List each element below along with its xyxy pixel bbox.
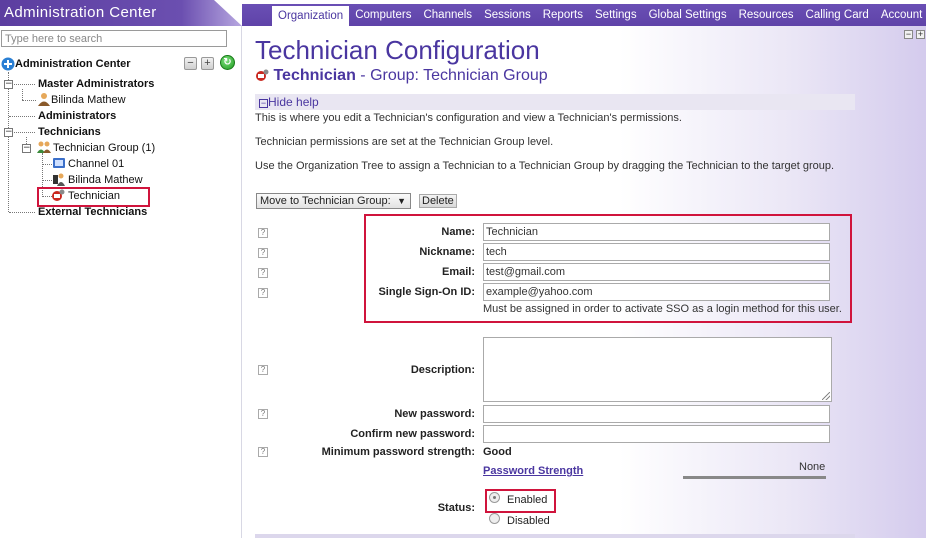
tree-item-bilinda-admin[interactable]: Bilinda Mathew bbox=[51, 93, 126, 107]
tree-root[interactable]: Administration Center bbox=[15, 57, 131, 71]
tree-connector bbox=[42, 164, 52, 165]
move-to-group-select[interactable]: Move to Technician Group: ▼ bbox=[256, 193, 411, 209]
help-icon[interactable]: ? bbox=[258, 268, 268, 278]
app-title: Administration Center bbox=[0, 0, 242, 26]
status-label: Status: bbox=[437, 502, 475, 514]
resize-handle[interactable] bbox=[822, 392, 830, 400]
organization-tree-panel: Administration Center − + ↻ − Master Adm… bbox=[0, 26, 242, 538]
collapse-all-icon[interactable]: − bbox=[184, 57, 197, 70]
tab-settings[interactable]: Settings bbox=[589, 4, 643, 26]
new-password-label: New password: bbox=[394, 408, 475, 420]
status-disabled-radio[interactable] bbox=[489, 513, 500, 524]
tab-global-settings[interactable]: Global Settings bbox=[643, 4, 733, 26]
tree-item-master-administrators[interactable]: Master Administrators bbox=[38, 77, 154, 91]
tab-reports[interactable]: Reports bbox=[537, 4, 589, 26]
tree-item-external-technicians[interactable]: External Technicians bbox=[38, 205, 147, 219]
collapse-icon[interactable]: − bbox=[4, 80, 13, 89]
collapse-icon[interactable]: − bbox=[4, 128, 13, 137]
refresh-icon[interactable]: ↻ bbox=[220, 55, 235, 70]
confirm-password-label: Confirm new password: bbox=[350, 428, 475, 440]
page-subtitle: Technician - Group: Technician Group bbox=[255, 66, 548, 85]
hide-help-toggle[interactable]: − Hide help bbox=[259, 95, 319, 109]
delete-button[interactable]: Delete bbox=[419, 194, 457, 208]
search-input[interactable] bbox=[1, 30, 227, 47]
strength-meter-label: None bbox=[799, 461, 826, 473]
description-textarea[interactable] bbox=[483, 337, 832, 402]
user-icon bbox=[53, 173, 65, 186]
min-strength-label: Minimum password strength: bbox=[321, 446, 475, 458]
tab-channels[interactable]: Channels bbox=[417, 4, 478, 26]
tree-item-bilinda-technician[interactable]: Bilinda Mathew bbox=[68, 173, 143, 187]
help-text-3: Use the Organization Tree to assign a Te… bbox=[255, 160, 835, 172]
help-icon[interactable]: ? bbox=[258, 365, 268, 375]
main-content: − + Technician Configuration Technician … bbox=[243, 26, 926, 538]
move-to-group-label: Move to Technician Group: bbox=[260, 195, 391, 207]
channel-icon bbox=[53, 158, 65, 168]
tree-connector bbox=[22, 89, 23, 100]
min-strength-value: Good bbox=[483, 446, 512, 458]
tab-calling-card[interactable]: Calling Card bbox=[800, 4, 875, 26]
tab-resources[interactable]: Resources bbox=[733, 4, 800, 26]
help-icon[interactable]: ? bbox=[258, 447, 268, 457]
add-circle-icon bbox=[1, 57, 15, 71]
top-bar: Administration Center Organization Compu… bbox=[0, 0, 926, 26]
tree-item-channel-01[interactable]: Channel 01 bbox=[68, 157, 124, 171]
status-disabled-label: Disabled bbox=[507, 515, 550, 527]
selected-item-highlight bbox=[37, 187, 150, 207]
help-icon[interactable]: ? bbox=[258, 228, 268, 238]
expand-panel-icon[interactable]: + bbox=[916, 30, 925, 39]
tab-sessions[interactable]: Sessions bbox=[478, 4, 537, 26]
tree-item-administrators[interactable]: Administrators bbox=[38, 109, 116, 123]
tree-connector bbox=[9, 212, 35, 213]
help-icon[interactable]: ? bbox=[258, 409, 268, 419]
tab-computers[interactable]: Computers bbox=[349, 4, 417, 26]
tab-account[interactable]: Account bbox=[875, 4, 926, 26]
tree-connector bbox=[8, 72, 9, 212]
new-password-field[interactable] bbox=[483, 405, 830, 423]
confirm-password-field[interactable] bbox=[483, 425, 830, 443]
group-icon bbox=[37, 141, 51, 153]
help-text-1: This is where you edit a Technician's co… bbox=[255, 112, 682, 124]
main-tabs: Organization Computers Channels Sessions… bbox=[242, 4, 926, 26]
identity-fields-highlight bbox=[364, 214, 852, 323]
tab-organization[interactable]: Organization bbox=[272, 6, 350, 26]
description-label: Description: bbox=[410, 364, 475, 376]
password-strength-link[interactable]: Password Strength bbox=[483, 465, 583, 477]
tree-item-technicians[interactable]: Technicians bbox=[38, 125, 101, 139]
help-icon[interactable]: ? bbox=[258, 288, 268, 298]
status-enabled-highlight bbox=[485, 489, 556, 513]
dropdown-arrow-icon: ▼ bbox=[397, 196, 406, 206]
tree-connector bbox=[9, 116, 35, 117]
collapse-icon[interactable]: − bbox=[22, 144, 31, 153]
technician-name-heading: Technician bbox=[273, 67, 356, 84]
technician-group-heading: - Group: Technician Group bbox=[355, 67, 548, 84]
help-icon[interactable]: ? bbox=[258, 248, 268, 258]
hide-help-label: Hide help bbox=[268, 95, 319, 109]
technician-icon bbox=[256, 69, 269, 81]
collapse-panel-icon[interactable]: − bbox=[904, 30, 913, 39]
expand-all-icon[interactable]: + bbox=[201, 57, 214, 70]
help-text-2: Technician permissions are set at the Te… bbox=[255, 136, 554, 148]
strength-meter bbox=[683, 476, 826, 479]
section-divider bbox=[255, 534, 855, 538]
page-title: Technician Configuration bbox=[255, 35, 540, 65]
tree-connector bbox=[22, 100, 36, 101]
help-bar: − Hide help bbox=[255, 94, 855, 110]
tree-connector bbox=[42, 180, 52, 181]
tree-item-technician-group[interactable]: Technician Group (1) bbox=[53, 141, 155, 155]
user-icon bbox=[38, 93, 50, 106]
collapse-icon: − bbox=[259, 98, 268, 108]
